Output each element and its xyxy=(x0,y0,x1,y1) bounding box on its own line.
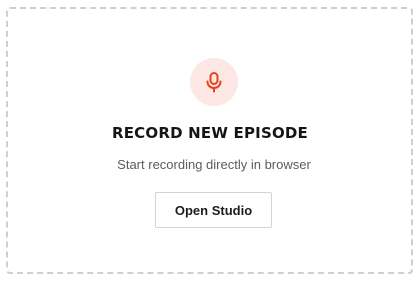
microphone-icon xyxy=(206,72,222,93)
card-title: RECORD NEW EPISODE xyxy=(111,124,309,142)
microphone-icon-badge xyxy=(190,58,238,106)
open-studio-button[interactable]: Open Studio xyxy=(155,192,272,228)
card-subtitle: Start recording directly in browser xyxy=(117,157,311,172)
